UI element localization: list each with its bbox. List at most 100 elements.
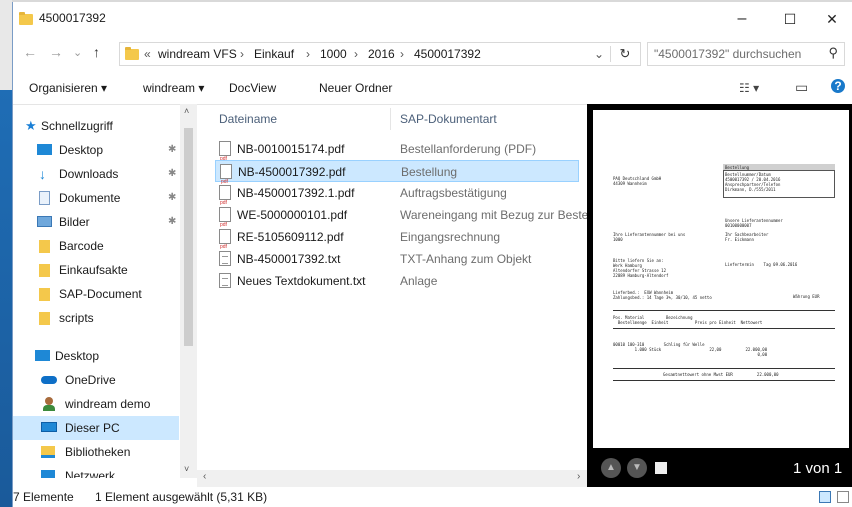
column-divider[interactable] [390, 108, 391, 130]
overflow-chevron-icon[interactable]: « [144, 47, 151, 61]
nav-item-sap-document[interactable]: SAP-Document [13, 282, 179, 306]
file-row[interactable]: Neues Textdokument.txt Anlage [215, 270, 579, 292]
nav-item-desktop-root[interactable]: Desktop [13, 344, 179, 368]
doc-sender: PAQ Deutschland GmbH 44309 Wannheim [613, 176, 662, 186]
nav-label: Downloads [59, 167, 119, 181]
nav-item-libraries[interactable]: Bibliotheken [13, 440, 179, 464]
scroll-down-icon[interactable]: ˅ [184, 464, 189, 474]
doc-rule [613, 328, 835, 329]
file-row[interactable]: NB-4500017392.1.pdf Auftragsbestätigung [215, 182, 579, 214]
nav-label: Barcode [59, 239, 104, 253]
column-header-name[interactable]: Dateiname [219, 112, 277, 126]
navigation-scrollbar[interactable]: ˄ ˅ [180, 104, 197, 478]
breadcrumb-2016[interactable]: 2016 [368, 47, 395, 61]
nav-label: windream demo [65, 397, 151, 411]
nav-label: Bilder [59, 215, 90, 229]
refresh-icon[interactable]: ↻ [610, 46, 639, 62]
pictures-icon [37, 216, 52, 227]
search-input[interactable]: "4500017392" durchsuchen ⚲ [647, 42, 845, 66]
cloud-icon [41, 376, 57, 384]
breadcrumb-einkauf[interactable]: Einkauf [254, 47, 294, 61]
nav-item-this-pc[interactable]: Dieser PC [13, 416, 179, 440]
file-type: TXT-Anhang zum Objekt [400, 252, 532, 266]
nav-item-scripts[interactable]: scripts [13, 306, 179, 330]
file-row[interactable]: NB-4500017392.txt TXT-Anhang zum Objekt [215, 248, 579, 270]
scroll-up-icon[interactable]: ˄ [184, 106, 189, 116]
organize-menu[interactable]: Organisieren ▾ [29, 81, 107, 95]
file-name: WE-5000000101.pdf [237, 208, 348, 222]
pin-icon[interactable]: ✱ [168, 210, 176, 234]
file-row[interactable]: WE-5000000101.pdf Wareneingang mit Bezug… [215, 204, 587, 236]
nav-item-documents[interactable]: Dokumente ✱ [13, 186, 179, 210]
new-folder-button[interactable]: Neuer Ordner [319, 81, 392, 95]
network-icon [41, 470, 55, 478]
explorer-window: 4500017392 – ☐ ✕ ← → ⌄ ↑ « windream VFS … [12, 2, 852, 507]
up-arrow-icon[interactable]: ↑ [93, 44, 100, 60]
preview-pane: Bestellung Bestellnummer/Datum 450001739… [587, 104, 852, 488]
pin-icon[interactable]: ✱ [168, 162, 176, 186]
breadcrumb-windream-vfs[interactable]: windream VFS [158, 47, 237, 61]
breadcrumb-separator-icon: › [306, 47, 310, 61]
nav-item-downloads[interactable]: ↓ Downloads ✱ [13, 162, 179, 186]
breadcrumb-1000[interactable]: 1000 [320, 47, 347, 61]
folder-icon [39, 264, 50, 277]
docview-button[interactable]: DocView [229, 81, 276, 95]
details-view-icon[interactable] [819, 491, 831, 503]
pin-icon[interactable]: ✱ [168, 186, 176, 210]
recent-locations-icon[interactable]: ⌄ [73, 46, 82, 59]
page-indicator: 1 von 1 [793, 460, 843, 477]
file-row[interactable]: NB-0010015174.pdf Bestellanforderung (PD… [215, 138, 579, 170]
search-icon[interactable]: ⚲ [828, 45, 838, 61]
file-name: RE-5105609112.pdf [237, 230, 344, 244]
document-preview-page[interactable]: Bestellung Bestellnummer/Datum 450001739… [593, 110, 849, 448]
folder-icon [39, 240, 50, 253]
scrollbar-thumb[interactable] [184, 128, 193, 346]
forward-arrow-icon[interactable]: → [49, 44, 63, 60]
nav-item-pictures[interactable]: Bilder ✱ [13, 210, 179, 234]
nav-item-barcode[interactable]: Barcode [13, 234, 179, 258]
address-field[interactable]: « windream VFS › Einkauf › 1000 › 2016 ›… [119, 42, 641, 66]
large-icons-view-icon[interactable] [837, 491, 849, 503]
nav-item-onedrive[interactable]: OneDrive [13, 368, 179, 392]
nav-item-windream-demo[interactable]: windream demo [13, 392, 179, 416]
nav-item-einkaufsakte[interactable]: Einkaufsakte [13, 258, 179, 282]
item-count: 7 Elemente [13, 490, 74, 504]
file-row[interactable]: RE-5105609112.pdf Eingangsrechnung [215, 226, 579, 258]
file-name: NB-4500017392.1.pdf [237, 186, 355, 200]
command-bar: Organisieren ▾ windream ▾ DocView Neuer … [13, 72, 852, 105]
file-type: Eingangsrechnung [400, 230, 501, 244]
column-header-type[interactable]: SAP-Dokumentart [400, 112, 497, 126]
help-icon[interactable]: ? [831, 79, 845, 93]
nav-item-desktop[interactable]: Desktop ✱ [13, 138, 179, 162]
breadcrumb-separator-icon: › [240, 47, 244, 61]
horizontal-scrollbar[interactable]: ‹ › [197, 470, 589, 487]
doc-delivery-date: Liefertermin Tag 09.06.2016 [725, 262, 798, 267]
file-row-selected[interactable]: NB-4500017392.pdf Bestellung [215, 160, 579, 193]
nav-item-quick-access[interactable]: ★ Schnellzugriff [13, 114, 179, 138]
preview-pane-icon[interactable]: ▭ [795, 79, 808, 96]
scroll-left-icon[interactable]: ‹ [203, 471, 206, 482]
folder-icon [39, 312, 50, 325]
address-dropdown-icon[interactable]: ⌄ [594, 47, 604, 61]
previous-page-icon[interactable]: ▲ [601, 458, 621, 478]
file-type: Bestellanforderung (PDF) [400, 142, 537, 156]
maximize-button[interactable]: ☐ [767, 2, 813, 36]
nav-label: Netzwerk [65, 469, 116, 478]
scroll-right-icon[interactable]: › [577, 471, 580, 482]
close-button[interactable]: ✕ [809, 2, 852, 36]
breadcrumb-4500017392[interactable]: 4500017392 [414, 47, 481, 61]
view-options-icon[interactable]: ☷ ▾ [739, 81, 759, 95]
text-file-icon [219, 273, 231, 288]
back-arrow-icon[interactable]: ← [23, 44, 37, 60]
page-thumbnail-icon[interactable] [655, 462, 667, 474]
next-page-icon[interactable]: ▼ [627, 458, 647, 478]
doc-order-info: Bestellnummer/Datum 4500017392 / 20.04.2… [725, 172, 781, 192]
doc-table-row: 00010 100-310 Schling für Welle 1.000 St… [613, 342, 768, 357]
pin-icon[interactable]: ✱ [168, 138, 176, 162]
folder-icon [125, 47, 139, 60]
nav-item-network[interactable]: Netzwerk [13, 464, 179, 478]
windream-menu[interactable]: windream ▾ [143, 81, 204, 95]
breadcrumb-separator-icon: › [354, 47, 358, 61]
minimize-button[interactable]: – [719, 2, 765, 36]
search-placeholder: "4500017392" durchsuchen [654, 47, 802, 61]
